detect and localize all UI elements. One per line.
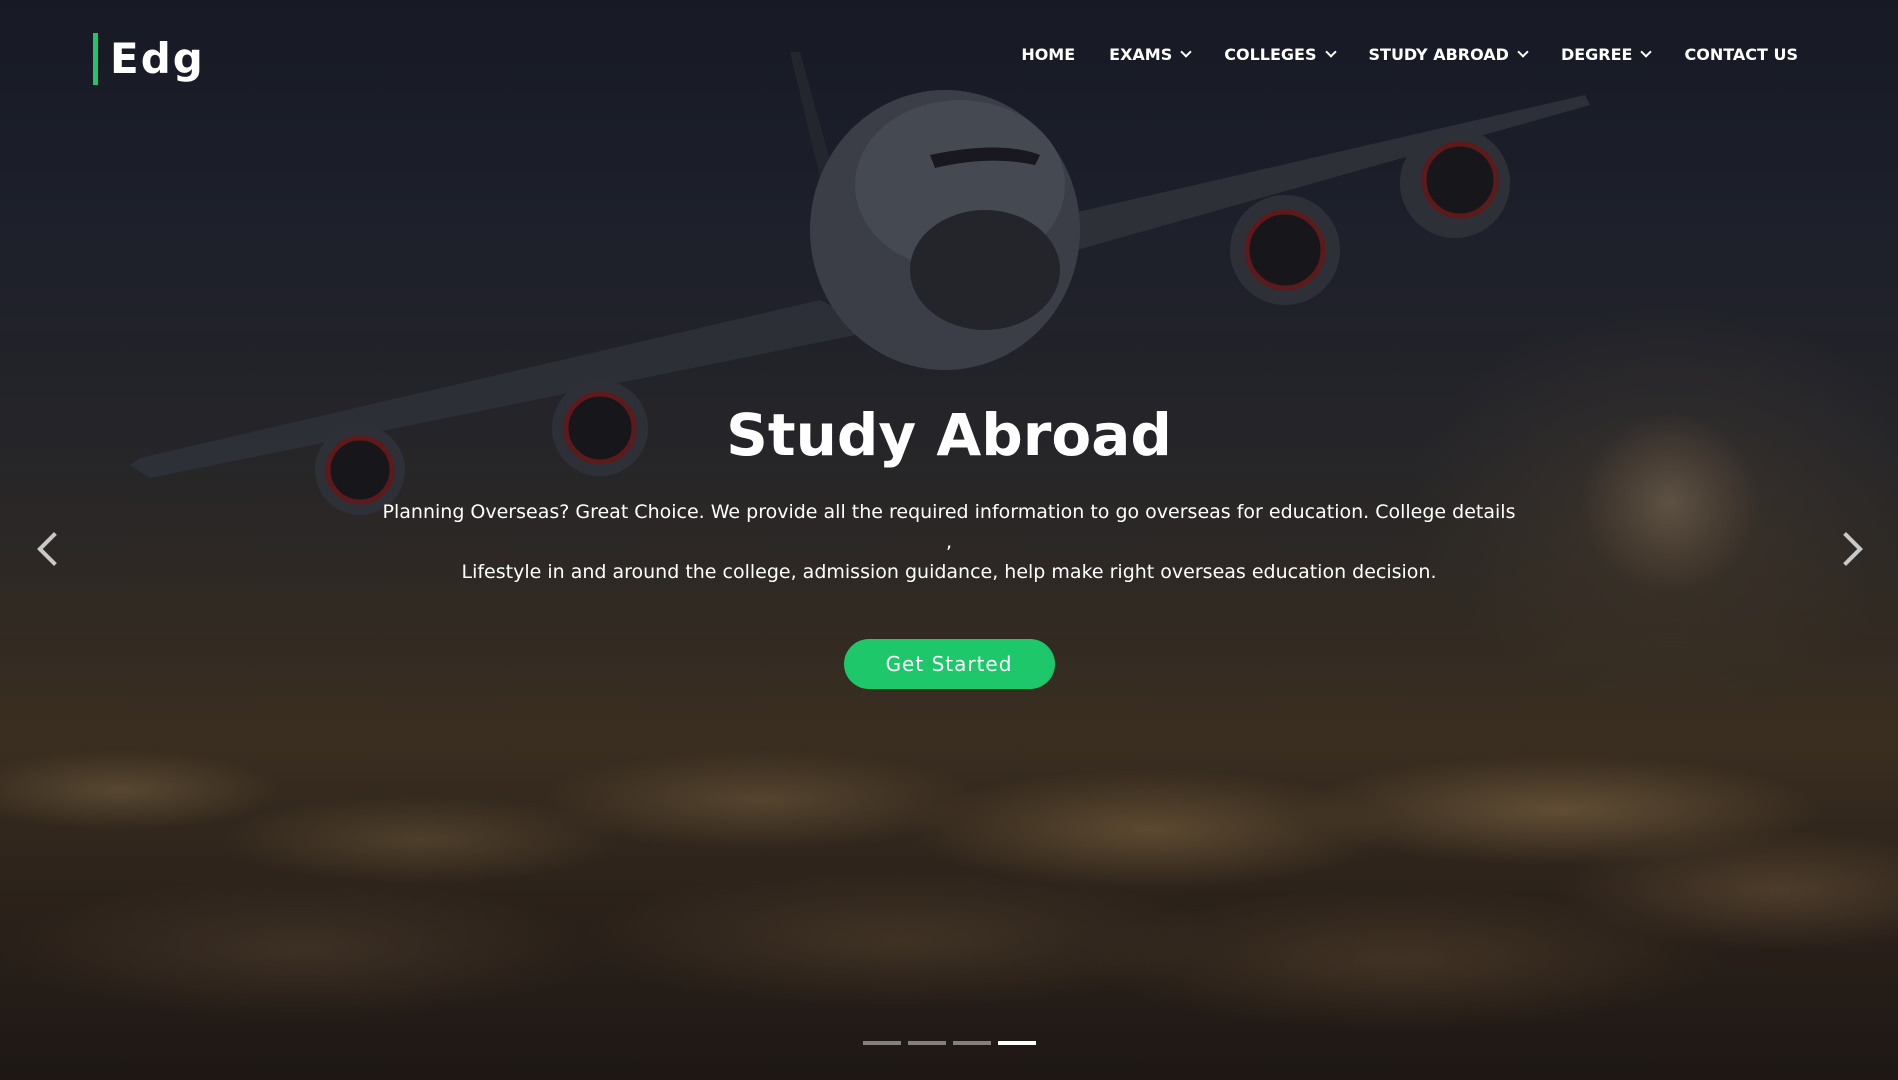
site-header: Edg HOME EXAMS COLLEGES STUDY ABROAD DEG…: [0, 0, 1898, 110]
chevron-down-icon: [1324, 46, 1337, 58]
chevron-left-icon: [37, 532, 71, 566]
hero-description-line: Planning Overseas? Great Choice. We prov…: [382, 501, 1516, 553]
hero-description: Planning Overseas? Great Choice. We prov…: [379, 497, 1519, 587]
nav-label: STUDY ABROAD: [1368, 44, 1509, 64]
nav-item-colleges[interactable]: COLLEGES: [1224, 40, 1337, 68]
hero-description-line: Lifestyle in and around the college, adm…: [461, 561, 1437, 583]
nav-item-home[interactable]: HOME: [1021, 40, 1075, 68]
chevron-right-icon: [1829, 532, 1863, 566]
carousel-indicator[interactable]: [908, 1041, 946, 1045]
carousel-next-button[interactable]: [1829, 528, 1870, 568]
nav-item-study-abroad[interactable]: STUDY ABROAD: [1368, 40, 1529, 68]
nav-label: CONTACT US: [1684, 44, 1798, 64]
carousel-indicator[interactable]: [998, 1041, 1036, 1045]
hero-content: Study Abroad Planning Overseas? Great Ch…: [0, 395, 1898, 689]
carousel-indicator[interactable]: [863, 1041, 901, 1045]
nav-label: DEGREE: [1560, 44, 1633, 64]
nav-label: HOME: [1021, 44, 1076, 64]
nav-item-exams[interactable]: EXAMS: [1109, 40, 1192, 68]
carousel-indicators: [863, 1041, 1036, 1045]
carousel-indicator[interactable]: [953, 1041, 991, 1045]
nav-item-contact-us[interactable]: CONTACT US: [1684, 40, 1798, 68]
hero-title: Study Abroad: [726, 401, 1172, 469]
brand-logo[interactable]: Edg: [93, 33, 205, 85]
get-started-button[interactable]: Get Started: [843, 639, 1055, 689]
nav-item-degree[interactable]: DEGREE: [1560, 40, 1653, 68]
chevron-down-icon: [1640, 46, 1653, 58]
hero-carousel: Edg HOME EXAMS COLLEGES STUDY ABROAD DEG…: [0, 0, 1898, 1080]
nav-label: EXAMS: [1109, 44, 1173, 64]
chevron-down-icon: [1517, 46, 1529, 58]
nav-label: COLLEGES: [1224, 44, 1317, 64]
carousel-prev-button[interactable]: [28, 528, 71, 568]
main-nav: HOME EXAMS COLLEGES STUDY ABROAD DEGREE …: [1021, 40, 1798, 68]
chevron-down-icon: [1180, 46, 1192, 58]
